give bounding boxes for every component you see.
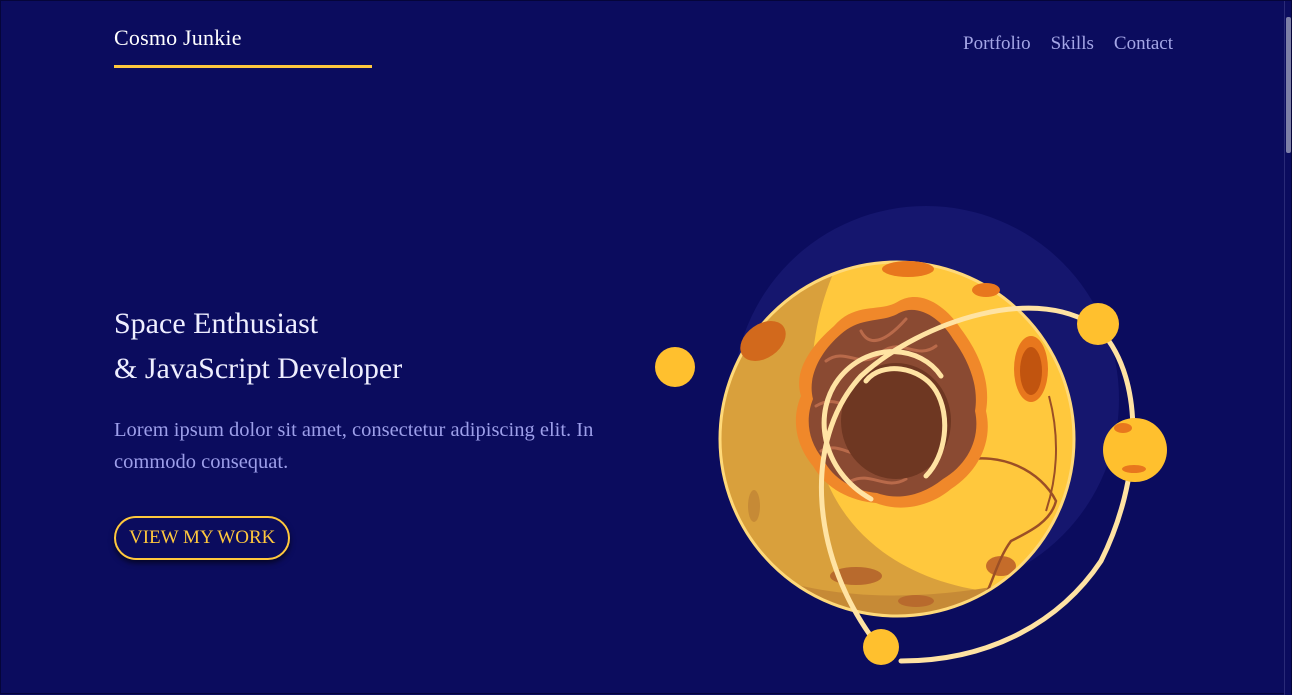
main-nav: Portfolio Skills Contact — [963, 33, 1173, 55]
scrollbar-thumb[interactable] — [1286, 17, 1291, 153]
hero-title: Space Enthusiast & JavaScript Developer — [114, 301, 402, 391]
nav-link-portfolio[interactable]: Portfolio — [963, 33, 1031, 55]
hero-title-line1: Space Enthusiast — [114, 307, 319, 340]
scrollbar[interactable] — [1284, 1, 1291, 695]
hero-description: Lorem ipsum dolor sit amet, consectetur … — [114, 419, 594, 473]
logo-underline — [114, 65, 372, 68]
planet-illustration — [655, 206, 1167, 665]
view-my-work-button[interactable]: VIEW MY WORK — [114, 516, 291, 560]
nav-link-contact[interactable]: Contact — [1114, 33, 1173, 55]
nav-link-skills[interactable]: Skills — [1051, 33, 1094, 55]
hero-title-line2: & JavaScript Developer — [114, 352, 403, 385]
small-moon — [655, 347, 695, 387]
site-logo[interactable]: Cosmo Junkie — [114, 25, 242, 51]
